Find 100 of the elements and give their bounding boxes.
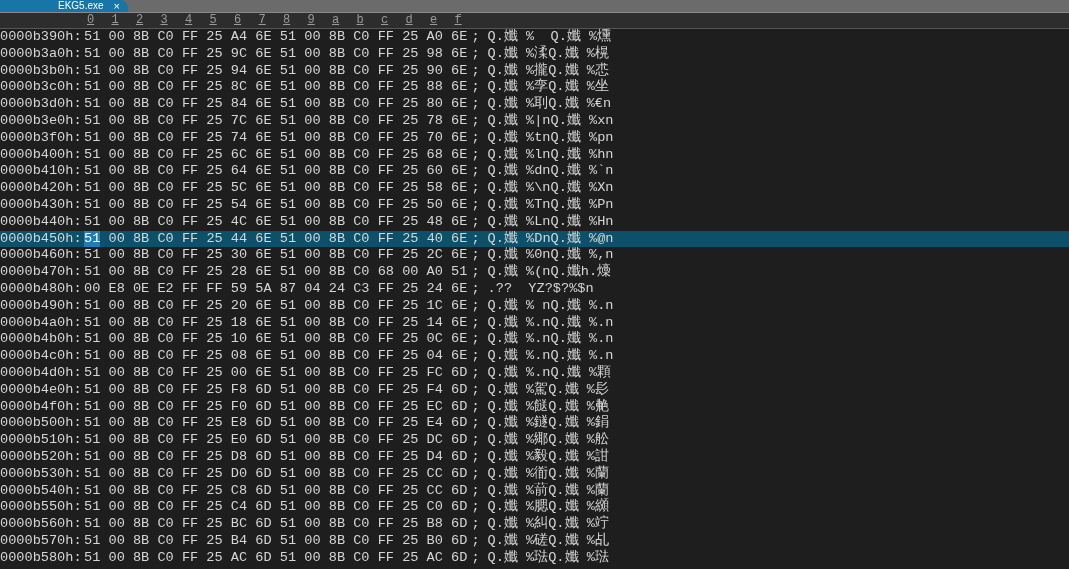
hex-bytes: 51 00 8B C0 FF 25 30 6E 51 00 8B C0 FF 25 2C 6E — [84, 247, 468, 265]
hex-bytes: 51 00 8B C0 FF 25 7C 6E 51 00 8B C0 FF 25 78 6E — [84, 113, 468, 130]
hex-bytes: 51 00 8B C0 FF 25 C8 6D 51 00 8B C0 FF 25 CC 6D — [84, 482, 468, 500]
ascii-text: Q.孅 % nQ.孅 %.n — [487, 297, 614, 315]
offset-label: 0000b570h: — [0, 532, 83, 550]
column-label: a — [332, 13, 341, 28]
separator-text: ; — [471, 96, 480, 113]
ascii-text: Q.孅 %.nQ.孅 %.n — [487, 331, 614, 348]
hex-bytes: 51 00 8B C0 FF 25 94 6E 51 00 8B C0 FF 25 90 6E — [84, 62, 468, 80]
offset-label: 0000b430h: — [0, 196, 83, 214]
separator-text: ; — [471, 398, 480, 416]
hex-bytes: 51 00 8B C0 FF 25 84 6E 51 00 8B C0 FF 25 80 6E — [84, 96, 468, 113]
separator-text: ; — [471, 163, 480, 181]
separator-text: ; — [471, 213, 480, 231]
separator-text: ; — [471, 415, 480, 433]
column-label: d — [405, 13, 414, 28]
hex-bytes: 51 00 8B C0 FF 25 00 6E 51 00 8B C0 FF 25 FC 6D — [84, 364, 468, 382]
hex-bytes: 51 00 8B C0 FF 25 D0 6D 51 00 8B C0 FF 25 CC 6D — [84, 465, 468, 483]
separator-text: ; — [471, 549, 480, 567]
separator-text: ; — [471, 247, 480, 265]
separator-text: ; — [471, 180, 480, 197]
offset-label: 0000b4a0h: — [0, 314, 83, 332]
ascii-text: Q.孅 %刵Q.孅 %€n — [487, 96, 612, 113]
offset-label: 0000b3f0h: — [0, 129, 83, 147]
column-label: 8 — [283, 13, 292, 28]
file-tab[interactable]: EKG5.exe × — [0, 0, 129, 12]
ascii-text: Q.孅 %tnQ.孅 %pn — [487, 129, 614, 147]
separator-text: ; — [471, 196, 480, 214]
ascii-text: .?? YZ?$?%$n — [487, 280, 594, 298]
separator-text: ; — [471, 146, 480, 164]
ascii-text: Q.孅 % Q.孅 %燻 — [487, 29, 612, 45]
ascii-text: Q.孅 %0nQ.孅 %,n — [487, 247, 614, 263]
offset-label: 0000b470h: — [0, 264, 83, 281]
tab-title: EKG5.exe — [58, 1, 104, 11]
separator-text: ; — [471, 499, 480, 517]
offset-label: 0000b4c0h: — [0, 348, 83, 365]
ascii-text: Q.孅 %.nQ.孅 %顆 — [487, 364, 612, 381]
offset-label: 0000b550h: — [0, 499, 83, 517]
selected-row[interactable]: 0000b450h: 51 00 8B C0 FF 25 44 6E 51 00 8B C0 FF 25 40 6E ; Q.孅 %DnQ.孅 %@n — [0, 230, 1069, 248]
separator-text: ; — [471, 230, 480, 248]
separator-text: ; — [471, 364, 480, 382]
ascii-text: Q.孅 %DnQ.孅 %@n — [487, 230, 614, 247]
offset-label: 0000b3b0h: — [0, 62, 83, 80]
offset-label: 0000b500h: — [0, 415, 83, 433]
hex-bytes: 51 00 8B C0 FF 25 A4 6E 51 00 8B C0 FF 25 A0 6E — [84, 29, 468, 46]
hex-bytes: 51 00 8B C0 FF 25 64 6E 51 00 8B C0 FF 25 60 6E — [84, 163, 468, 181]
separator-text: ; — [471, 482, 480, 500]
hex-bytes: 51 00 8B C0 FF 25 28 6E 51 00 8B C0 68 00 A0 51 — [84, 264, 468, 281]
offset-label: 0000b460h: — [0, 247, 83, 265]
separator-text: ; — [471, 79, 480, 97]
separator-text: ; — [471, 331, 480, 349]
hex-bytes: 51 00 8B C0 FF 25 AC 6D 51 00 8B C0 FF 25 AC 6D — [84, 549, 468, 567]
ascii-text: Q.孅 %TnQ.孅 %Pn — [487, 196, 614, 214]
separator-text: ; — [471, 297, 480, 315]
separator-text: ; — [471, 45, 480, 63]
offset-label: 0000b4b0h: — [0, 331, 83, 349]
ascii-text: Q.孅 %|nQ.孅 %xn — [487, 113, 614, 130]
ascii-text: Q.孅 %\nQ.孅 %Xn — [487, 180, 614, 197]
column-label: 2 — [136, 13, 145, 28]
ascii-text: Q.孅 %餸Q.孅 %艴 — [487, 398, 609, 415]
ascii-text: Q.孅 %衜Q.孅 %蘭 — [487, 465, 609, 482]
hex-bytes: 51 00 8B C0 FF 25 6C 6E 51 00 8B C0 FF 25 68 6E — [84, 146, 468, 164]
column-label: 6 — [234, 13, 243, 28]
separator-text: ; — [471, 314, 480, 332]
offset-label: 0000b4d0h: — [0, 364, 83, 382]
separator-text: ; — [471, 532, 480, 550]
separator-text: ; — [471, 381, 480, 399]
ascii-text: Q.孅 %.nQ.孅 %.n — [487, 314, 614, 331]
hex-bytes: 51 00 8B C0 FF 25 BC 6D 51 00 8B C0 FF 25 B8 6D — [84, 516, 468, 533]
hex-bytes: 51 00 8B C0 FF 25 5C 6E 51 00 8B C0 FF 25 58 6E — [84, 180, 468, 197]
offset-label: 0000b560h: — [0, 516, 83, 533]
separator-text: ; — [471, 129, 480, 147]
column-label: 0 — [87, 13, 96, 28]
ascii-text: Q.孅 %(nQ.孅h.燺 — [487, 264, 612, 281]
offset-label: 0000b4e0h: — [0, 381, 83, 399]
column-label: b — [356, 13, 365, 28]
hex-bytes: 51 00 8B C0 FF 25 54 6E 51 00 8B C0 FF 25 50 6E — [84, 196, 468, 214]
column-label: 5 — [209, 13, 218, 28]
ascii-text: Q.孅 %LnQ.孅 %Hn — [487, 213, 614, 231]
hex-bytes: 51 00 8B C0 FF 25 F0 6D 51 00 8B C0 FF 25 EC 6D — [84, 398, 468, 416]
offset-label: 0000b390h: — [0, 29, 83, 46]
column-label: 9 — [307, 13, 316, 28]
hex-bytes: 51 00 8B C0 FF 25 8C 6E 51 00 8B C0 FF 25 88 6E — [84, 79, 468, 97]
offset-label: 0000b420h: — [0, 180, 83, 197]
close-icon[interactable]: × — [113, 1, 121, 11]
column-label: 1 — [111, 13, 120, 28]
ascii-text: Q.孅 %渘Q.孅 %榥 — [487, 45, 609, 62]
offset-label: 0000b510h: — [0, 432, 83, 449]
ascii-text: Q.孅 %.nQ.孅 %.n — [487, 348, 614, 365]
hex-bytes: 51 00 8B C0 FF 25 08 6E 51 00 8B C0 FF 25 04 6E — [84, 348, 468, 365]
ascii-text: Q.孅 %糾Q.孅 %竚 — [487, 516, 609, 532]
hex-bytes: 51 00 8B C0 FF 25 F8 6D 51 00 8B C0 FF 25 F4 6D — [84, 381, 468, 399]
separator-text: ; — [471, 448, 480, 466]
offset-label: 0000b3d0h: — [0, 96, 83, 113]
separator-text: ; — [471, 465, 480, 483]
cursor-byte[interactable]: 51 — [84, 230, 101, 248]
ascii-text: Q.孅 %腮Q.孅 %纐 — [487, 499, 609, 515]
ascii-text: Q.孅 %孪Q.孅 %坐 — [487, 79, 609, 96]
offset-label: 0000b3a0h: — [0, 45, 83, 63]
offset-label: 0000b3e0h: — [0, 113, 83, 130]
